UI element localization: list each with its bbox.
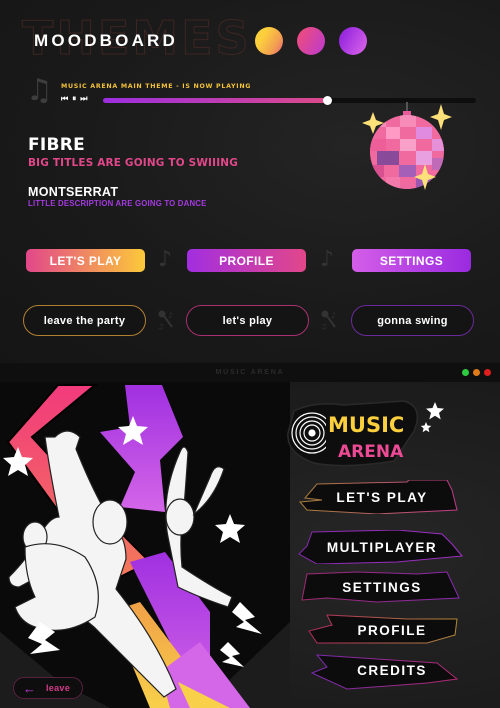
svg-text:♪: ♪ (331, 311, 336, 320)
lets-play-gradient-button[interactable]: LET'S PLAY (26, 249, 145, 272)
now-playing-text: MUSIC ARENA MAIN THEME - IS NOW PLAYING (61, 83, 252, 90)
music-note-icon: ♫ (26, 73, 53, 108)
menu-label: PROFILE (357, 622, 427, 638)
color-swatch-magenta (297, 27, 325, 55)
minimize-button[interactable] (473, 369, 480, 376)
arrow-left-icon: ← (23, 680, 36, 696)
disco-ball-icon (362, 102, 452, 190)
moodboard-title: MOODBOARD (34, 31, 179, 50)
star-icon (426, 402, 444, 420)
progress-fill (103, 98, 327, 103)
profile-gradient-button[interactable]: PROFILE (187, 249, 306, 272)
settings-gradient-button[interactable]: SETTINGS (352, 249, 471, 272)
menu-label: LET'S PLAY (336, 489, 428, 505)
menu-item-lets-play[interactable]: LET'S PLAY (297, 480, 467, 514)
svg-text:♫: ♫ (321, 323, 327, 331)
lets-play-outline-button[interactable]: let's play (186, 305, 309, 336)
svg-text:♫: ♫ (158, 323, 164, 331)
menu-item-settings[interactable]: SETTINGS (297, 570, 467, 604)
microphone-icon: ♪♫ (321, 310, 336, 331)
previous-icon[interactable]: ⏮ (61, 95, 68, 103)
svg-text:♪: ♪ (168, 311, 173, 320)
menu-item-profile[interactable]: PROFILE (307, 613, 477, 647)
logo-music-text: MUSIC (328, 413, 404, 437)
color-swatch-sunset (255, 27, 283, 55)
progress-knob[interactable] (322, 96, 332, 105)
font-sample-montserrat: LITTLE DESCRIPTION ARE GOING TO DANCE (28, 199, 207, 208)
close-button[interactable] (484, 369, 491, 376)
font-sample-fibre: BIG TITLES ARE GOING TO SWIIING (28, 156, 238, 169)
leave-the-party-button[interactable]: leave the party (23, 305, 146, 336)
logo-arena-text: ARENA (338, 442, 404, 462)
transport-controls: ⏮ ⏸ ⏭ (61, 95, 87, 103)
menu-label: CREDITS (357, 662, 427, 678)
menu-label: SETTINGS (342, 579, 422, 595)
moodboard-panel: THEMES MOODBOARD ♫ MUSIC ARENA MAIN THEM… (0, 0, 500, 362)
menu-item-multiplayer[interactable]: MULTIPLAYER (297, 530, 467, 564)
music-note-icon: ♪ (158, 247, 173, 272)
gonna-swing-button[interactable]: gonna swing (351, 305, 474, 336)
window-titlebar: MUSIC ARENA (0, 363, 500, 382)
leave-button[interactable]: ← leave (13, 677, 83, 699)
menu-label: MULTIPLAYER (326, 539, 438, 555)
color-swatch-violet (339, 27, 367, 55)
next-icon[interactable]: ⏭ (80, 95, 87, 103)
star-icon (420, 422, 432, 433)
window-title: MUSIC ARENA (215, 369, 285, 376)
music-arena-logo: MUSIC ARENA (287, 400, 444, 467)
microphone-icon: ♪♫ (158, 310, 173, 331)
pause-icon[interactable]: ⏸ (72, 95, 76, 103)
maximize-button[interactable] (462, 369, 469, 376)
leave-label: leave (46, 683, 71, 693)
menu-item-credits[interactable]: CREDITS (307, 653, 477, 690)
music-note-icon: ♪ (320, 247, 335, 272)
font-name-fibre: FIBRE (28, 135, 86, 155)
font-name-montserrat: MONTSERRAT (28, 185, 119, 199)
dancers-illustration (0, 382, 290, 708)
